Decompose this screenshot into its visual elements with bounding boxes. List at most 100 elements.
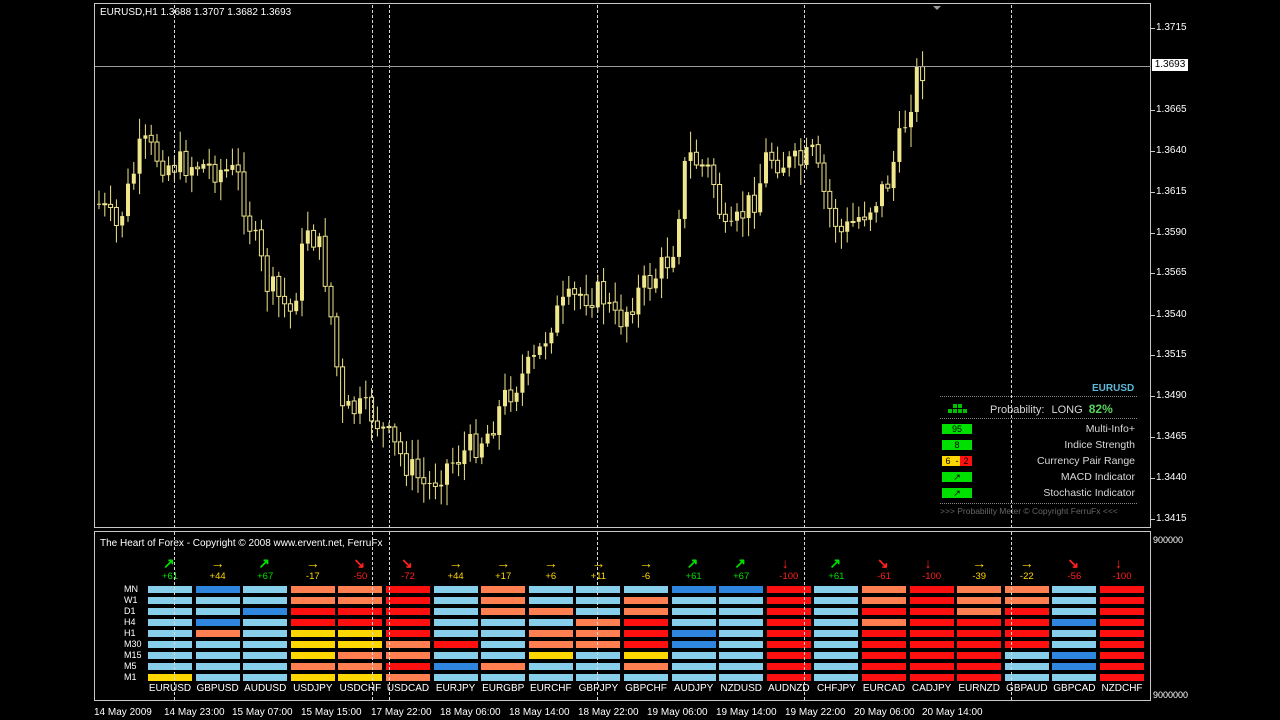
strength-cell (909, 597, 954, 604)
multi-info-label: Multi-Info+ (1085, 423, 1135, 435)
price-tick-mark (1151, 437, 1155, 438)
strength-cell (148, 608, 192, 615)
strength-cell (195, 586, 240, 593)
strength-cell (814, 608, 859, 615)
strength-cell (433, 597, 478, 604)
timeframe-label: M15 (124, 650, 142, 660)
pair-strength-value: -17 (305, 571, 320, 582)
strength-cell (719, 674, 764, 681)
strength-cell (481, 674, 526, 681)
pair-strength-value: +61 (828, 571, 845, 582)
strength-cell (481, 663, 526, 670)
strength-cell (290, 586, 335, 593)
time-tick: 18 May 06:00 (440, 707, 501, 718)
time-tick: 15 May 07:00 (232, 707, 293, 718)
strength-cell (862, 597, 906, 604)
pair-range-value: 6-2 (942, 456, 972, 466)
pair-strength-value: +61 (161, 571, 179, 582)
strength-cell (719, 652, 764, 659)
strength-cell (148, 586, 192, 593)
pair-label: EURCAD (862, 683, 906, 694)
strength-cell (814, 619, 859, 626)
indice-strength-value: 8 (942, 440, 972, 450)
strength-cell (290, 630, 335, 637)
timeframe-label: MN (124, 584, 138, 594)
price-tick: 1.3540 (1156, 309, 1187, 320)
trend-arrow-icon: ↓ (781, 555, 789, 571)
strength-cell (338, 652, 383, 659)
time-tick: 20 May 06:00 (854, 707, 915, 718)
hud-divider (940, 396, 1137, 397)
strength-cell (243, 619, 288, 626)
strength-cell (624, 652, 668, 659)
scale-top-label: 900000 (1153, 535, 1184, 545)
strength-cell (386, 586, 430, 593)
strength-cell (338, 641, 383, 648)
strength-cell (290, 619, 335, 626)
strength-cell (719, 641, 764, 648)
strength-cell (719, 663, 764, 670)
pair-label: GBPJPY (578, 683, 619, 694)
strength-cell (1100, 630, 1144, 637)
strength-cell (909, 619, 954, 626)
strength-cell (814, 663, 859, 670)
strength-cell (481, 586, 526, 593)
strength-cell (481, 597, 526, 604)
pair-strength-value: +67 (257, 571, 274, 582)
strength-cell (338, 608, 383, 615)
strength-cell (814, 652, 859, 659)
strength-cell (957, 663, 1002, 670)
strength-cell (576, 597, 621, 604)
macd-label: MACD Indicator (1060, 471, 1135, 483)
pair-label: EURNZD (958, 683, 1001, 694)
strength-cell (433, 630, 478, 637)
strength-cell (719, 608, 764, 615)
strength-cell (909, 663, 954, 670)
candlestick-series (97, 6, 941, 506)
price-tick-mark (1151, 192, 1155, 193)
strength-cell (1100, 608, 1144, 615)
strength-cell (624, 663, 668, 670)
strength-cell (1100, 652, 1144, 659)
period-separator (597, 5, 598, 528)
strength-cell (481, 652, 526, 659)
stochastic-arrow-icon: ↗ (942, 488, 972, 498)
strength-cell (243, 597, 288, 604)
trend-arrow-icon: ↗ (258, 555, 270, 571)
strength-cell (195, 641, 240, 648)
strength-cell (1052, 641, 1097, 648)
strength-cell (719, 619, 764, 626)
strength-cell (195, 597, 240, 604)
pair-label: GBPUSD (196, 683, 239, 694)
strength-cell (195, 630, 240, 637)
strength-cell (290, 641, 335, 648)
pair-strength-value: +17 (495, 571, 512, 582)
strength-cell (528, 663, 573, 670)
period-separator (174, 5, 175, 528)
timeframe-label: M5 (124, 661, 137, 671)
strength-cell (1052, 586, 1097, 593)
trend-arrow-icon: → (448, 555, 463, 571)
pair-strength-value: -100 (922, 571, 942, 582)
pair-label: EURCHF (529, 683, 572, 694)
strength-cell (290, 597, 335, 604)
pair-label: CADJPY (911, 683, 952, 694)
period-separator (372, 532, 373, 700)
strength-cell (243, 663, 288, 670)
pair-label: AUDNZD (767, 683, 810, 694)
strength-cell (957, 630, 1002, 637)
trend-arrow-icon: ↗ (163, 555, 175, 571)
strength-cell (528, 674, 573, 681)
strength-cell (1052, 608, 1097, 615)
trend-arrow-icon: → (639, 555, 653, 571)
strength-cell (195, 652, 240, 659)
trend-arrow-icon: → (1019, 555, 1034, 571)
hud-divider (940, 503, 1137, 504)
price-chart-panel[interactable]: EURUSD,H1 1.3688 1.3707 1.3682 1.3693 (94, 3, 1151, 528)
strength-cell (243, 641, 288, 648)
strength-cell (528, 641, 573, 648)
strength-cell (1052, 597, 1097, 604)
strength-cell (957, 586, 1002, 593)
hud-divider (940, 418, 1137, 419)
trend-arrow-icon: ↗ (686, 555, 699, 571)
